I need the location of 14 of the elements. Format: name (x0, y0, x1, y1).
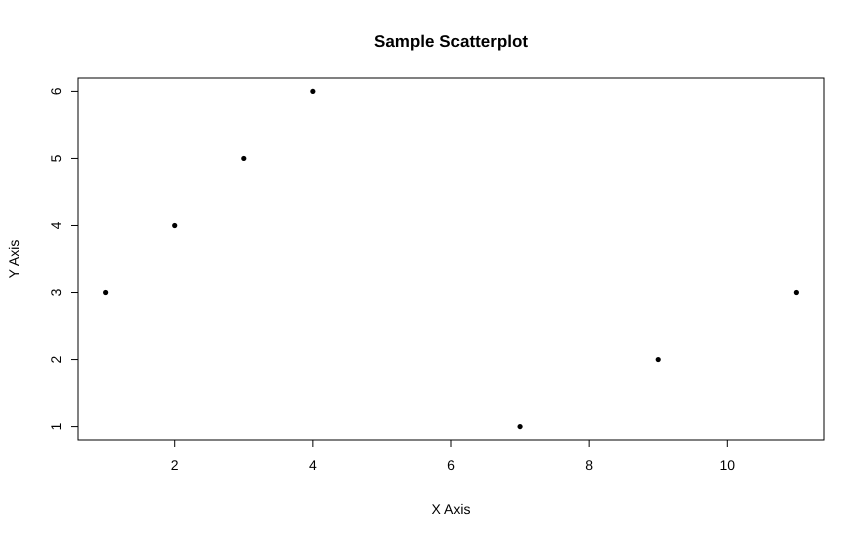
tick-label: 2 (48, 356, 64, 364)
tick-label: 10 (720, 457, 736, 473)
tick-label: 8 (585, 457, 594, 473)
tick-label: 3 (48, 288, 64, 296)
x-axis-label: X Axis (432, 501, 470, 517)
tick-label: 4 (48, 222, 64, 230)
chart-title: Sample Scatterplot (374, 32, 528, 51)
tick-label: 5 (48, 154, 64, 162)
y-axis-label: Y Axis (6, 240, 22, 278)
tick-label: 6 (447, 457, 455, 473)
tick-label: 4 (308, 457, 317, 473)
tick-label: 6 (48, 88, 64, 96)
tick-label: 2 (170, 457, 179, 473)
tick-label: 1 (48, 422, 64, 430)
